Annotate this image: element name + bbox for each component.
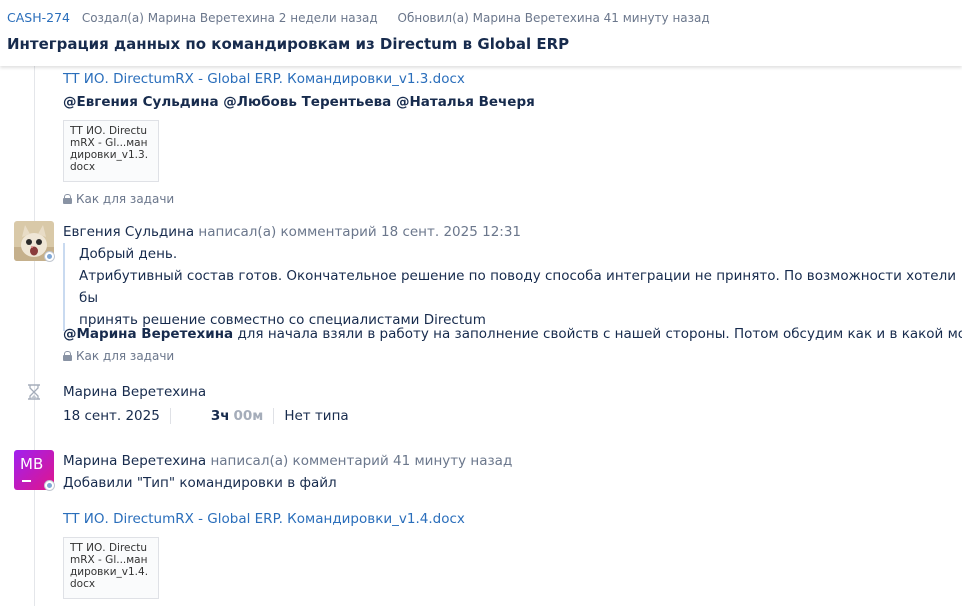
- issue-meta: CASH-274 Создал(а) Марина Веретехина 2 н…: [7, 10, 710, 25]
- divider: [273, 408, 275, 424]
- divider: [169, 408, 171, 424]
- issue-title: Интеграция данных по командировкам из Di…: [7, 35, 570, 53]
- thumb-line: docx: [70, 578, 96, 590]
- thumb-line: ТТ ИО. Directu: [70, 542, 148, 554]
- attachment-thumbnail-v1-4[interactable]: ТТ ИО. Directu mRX - Gl...ман дировки_v1…: [63, 537, 159, 599]
- comment-action: написал(а) комментарий 41 минуту назад: [210, 453, 513, 469]
- worklog-details: 18 сент. 2025 3ч 00м Нет типа: [63, 406, 349, 426]
- lock-icon: [63, 194, 72, 204]
- issue-key-link[interactable]: CASH-274: [7, 10, 70, 25]
- lock-icon: [63, 351, 72, 361]
- avatar-initials: МВ: [20, 455, 44, 473]
- worklog-type: Нет типа: [284, 408, 349, 424]
- worklog-minutes: 00м: [233, 408, 264, 424]
- status-dot: [44, 251, 55, 262]
- comment-header: Марина Веретехина написал(а) комментарий…: [63, 453, 512, 469]
- thumb-line: ТТ ИО. Directu: [70, 125, 148, 137]
- quote-line: Атрибутивный состав готов. Окончательное…: [79, 268, 956, 306]
- comment-author[interactable]: Евгения Сульдина: [63, 224, 194, 240]
- comment-action: написал(а) комментарий 18 сент. 2025 12:…: [198, 224, 522, 240]
- thumb-line: дировки_v1.3.: [70, 149, 149, 161]
- visibility-text: Как для задачи: [76, 192, 175, 206]
- comment-header: Евгения Сульдина написал(а) комментарий …: [63, 224, 521, 240]
- created-info: Создал(а) Марина Веретехина 2 недели наз…: [81, 11, 378, 25]
- attachment-link-v1-3[interactable]: ТТ ИО. DirectumRX - Global ERP. Командир…: [63, 71, 465, 87]
- quote-line: Добрый день.: [79, 246, 178, 262]
- updated-info: Обновил(а) Марина Веретехина 41 минуту н…: [397, 11, 710, 25]
- visibility-label: Как для задачи: [63, 349, 174, 363]
- issue-header: CASH-274 Создал(а) Марина Веретехина 2 н…: [0, 0, 962, 66]
- worklog-author[interactable]: Марина Веретехина: [63, 384, 206, 400]
- comment-author[interactable]: Марина Веретехина: [63, 453, 206, 469]
- thumb-line: mRX - Gl...ман: [70, 137, 148, 149]
- worklog-hours: 3ч: [210, 408, 230, 424]
- attachment-thumbnail-v1-3[interactable]: ТТ ИО. Directu mRX - Gl...ман дировки_v1…: [63, 120, 159, 182]
- hourglass-icon: [28, 384, 40, 400]
- timeline-line: [34, 66, 35, 606]
- avatar-bar: [22, 480, 31, 482]
- thumb-line: mRX - Gl...ман: [70, 554, 148, 566]
- comment-quote: Добрый день. Атрибутивный состав готов. …: [63, 243, 958, 331]
- worklog-date: 18 сент. 2025: [63, 408, 160, 424]
- comment-body: Добавили "Тип" командировки в файл: [63, 475, 337, 491]
- mention-marina[interactable]: @Марина Веретехина: [63, 326, 233, 342]
- thumb-line: docx: [70, 161, 96, 173]
- mentions-text: @Евгения Сульдина @Любовь Терентьева @На…: [63, 94, 535, 110]
- attachment-link-v1-4[interactable]: ТТ ИО. DirectumRX - Global ERP. Командир…: [63, 511, 465, 527]
- visibility-label: Как для задачи: [63, 192, 174, 206]
- comment-reply: @Марина Веретехина для начала взяли в ра…: [63, 326, 962, 342]
- reply-text: для начала взяли в работу на заполнение …: [233, 326, 962, 342]
- status-dot: [44, 480, 55, 491]
- visibility-text: Как для задачи: [76, 349, 175, 363]
- thumb-line: дировки_v1.4.: [70, 566, 149, 578]
